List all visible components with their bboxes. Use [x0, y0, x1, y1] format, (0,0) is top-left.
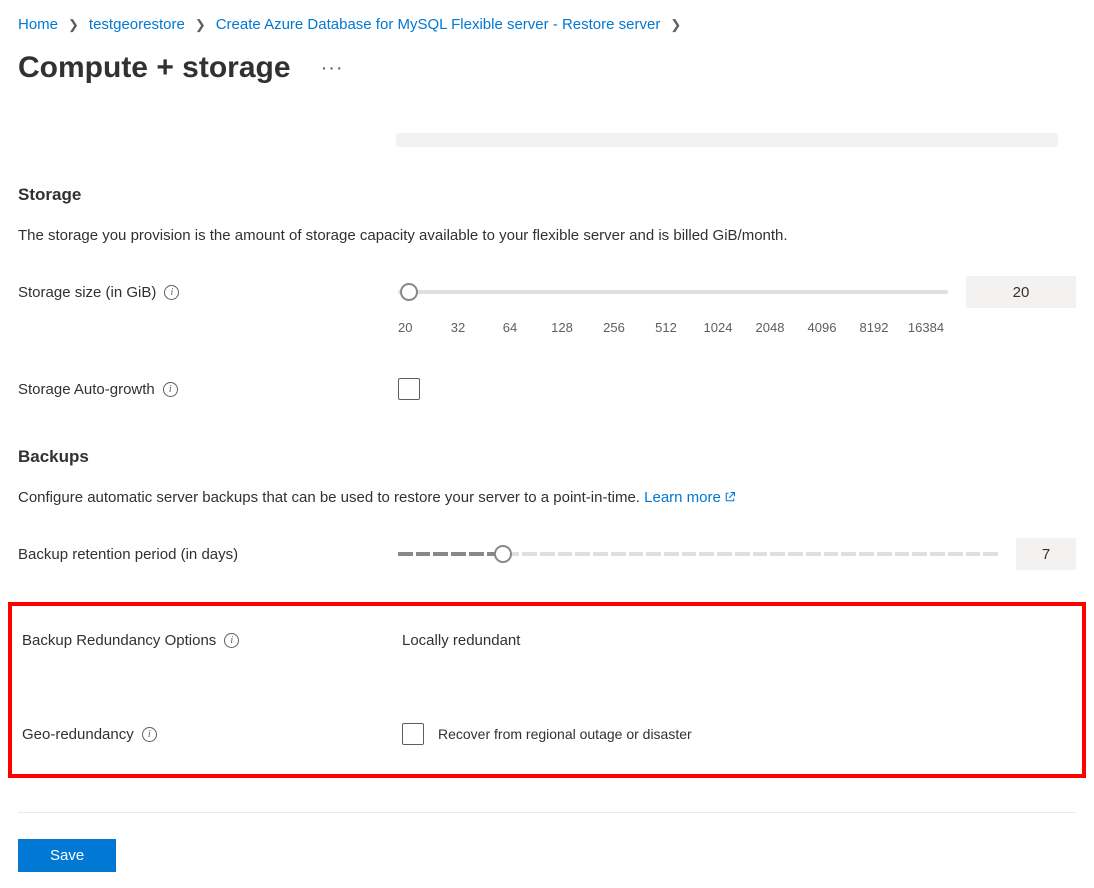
info-icon[interactable]: i — [142, 727, 157, 742]
divider — [18, 812, 1076, 813]
storage-description: The storage you provision is the amount … — [18, 225, 1076, 246]
info-icon[interactable]: i — [164, 285, 179, 300]
breadcrumb-link-home[interactable]: Home — [18, 16, 58, 33]
storage-auto-growth-label: Storage Auto-growth — [18, 381, 155, 398]
breadcrumb-link-resource[interactable]: testgeorestore — [89, 16, 185, 33]
backup-redundancy-value: Locally redundant — [402, 632, 520, 649]
backup-retention-slider[interactable] — [398, 549, 998, 559]
storage-auto-growth-checkbox[interactable] — [398, 378, 420, 400]
slider-thumb[interactable] — [400, 283, 418, 301]
storage-size-input[interactable] — [966, 276, 1076, 308]
chevron-right-icon: ❯ — [670, 17, 681, 33]
backup-retention-input[interactable] — [1016, 538, 1076, 570]
backup-retention-label: Backup retention period (in days) — [18, 546, 238, 563]
breadcrumb: Home ❯ testgeorestore ❯ Create Azure Dat… — [18, 16, 1076, 33]
geo-redundancy-label: Geo-redundancy — [22, 726, 134, 743]
info-icon[interactable]: i — [224, 633, 239, 648]
highlighted-region: Backup Redundancy Options i Locally redu… — [8, 602, 1086, 778]
geo-redundancy-checkbox[interactable] — [402, 723, 424, 745]
more-actions-icon[interactable]: ··· — [321, 57, 344, 80]
storage-heading: Storage — [18, 185, 1076, 205]
slider-thumb[interactable] — [494, 545, 512, 563]
collapsed-field-placeholder — [396, 133, 1058, 147]
chevron-right-icon: ❯ — [195, 17, 206, 33]
info-icon[interactable]: i — [163, 382, 178, 397]
backup-redundancy-label: Backup Redundancy Options — [22, 632, 216, 649]
storage-size-ticks: 20 32 64 128 256 512 1024 2048 4096 8192… — [398, 320, 1076, 335]
save-button[interactable]: Save — [18, 839, 116, 872]
backups-heading: Backups — [18, 447, 1076, 467]
backups-description: Configure automatic server backups that … — [18, 487, 1076, 508]
storage-size-label: Storage size (in GiB) — [18, 284, 156, 301]
storage-size-slider[interactable] — [398, 290, 948, 294]
page-title: Compute + storage — [18, 51, 291, 85]
backups-learn-more-link[interactable]: Learn more — [644, 489, 736, 506]
breadcrumb-link-create[interactable]: Create Azure Database for MySQL Flexible… — [216, 16, 661, 33]
chevron-right-icon: ❯ — [68, 17, 79, 33]
geo-redundancy-checkbox-label: Recover from regional outage or disaster — [438, 726, 692, 742]
external-link-icon — [724, 490, 736, 507]
